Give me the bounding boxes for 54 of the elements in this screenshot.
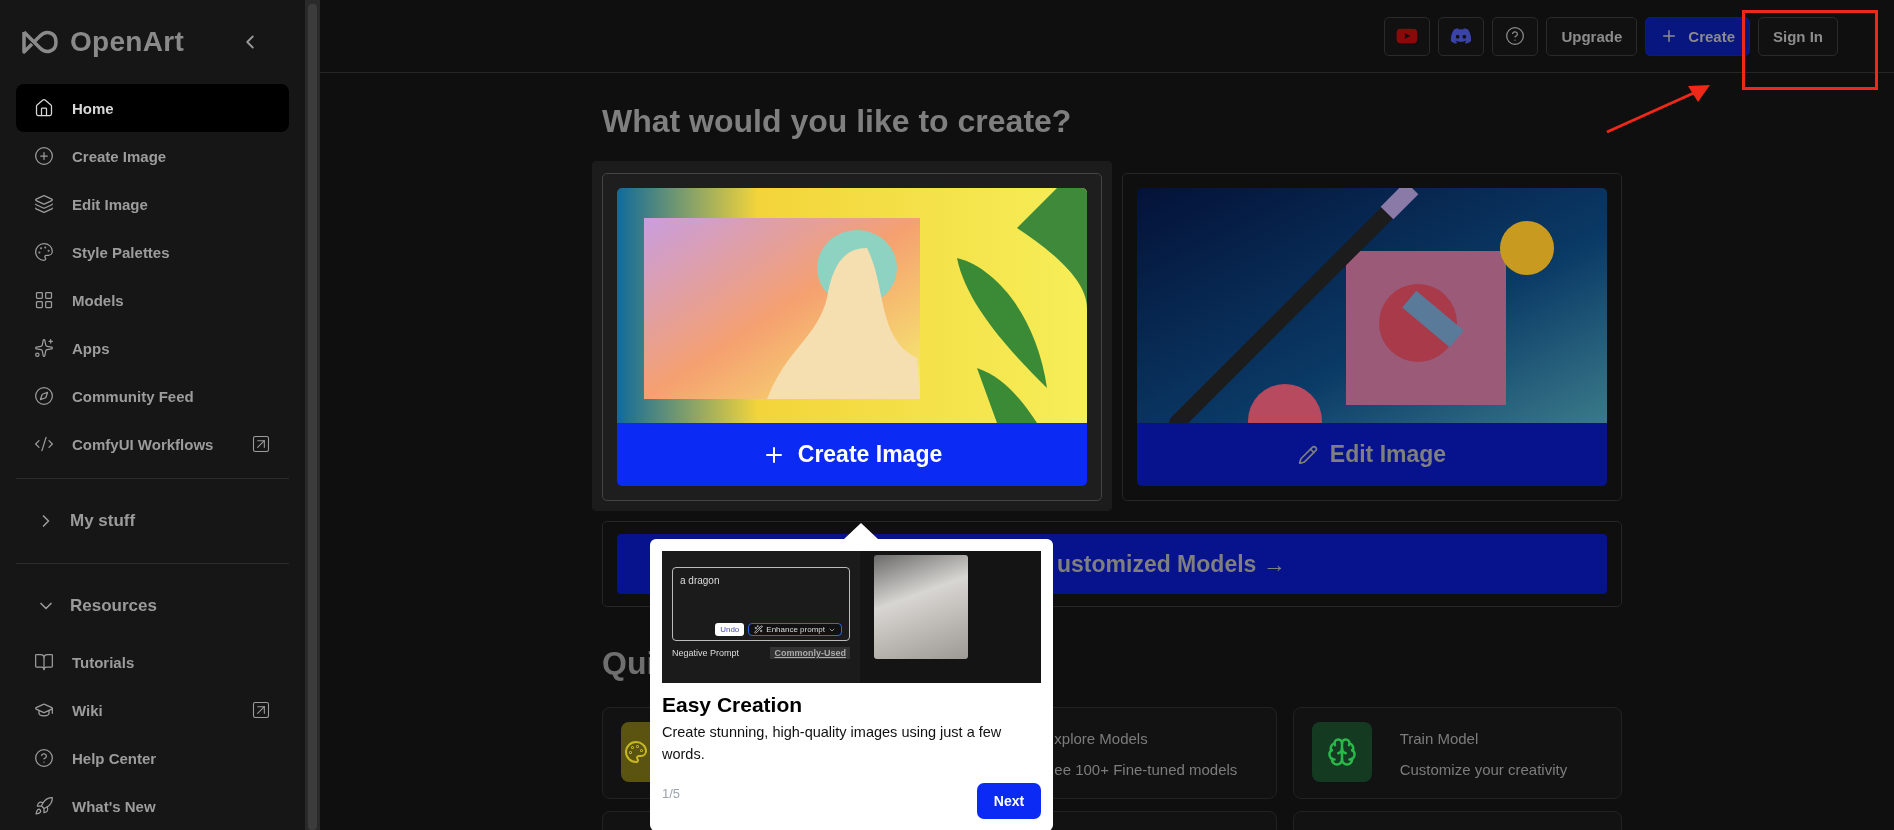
help-icon	[1505, 26, 1526, 46]
grid-icon	[34, 290, 54, 310]
card-subtitle: Customize your creativity	[1399, 761, 1568, 778]
code-icon	[34, 434, 54, 454]
sparkles-icon	[34, 338, 54, 358]
sidebar-item[interactable]: Apps	[16, 324, 289, 372]
logo-icon	[20, 28, 60, 56]
sidebar-item[interactable]: Edit Image	[16, 180, 289, 228]
icon-button[interactable]	[1438, 16, 1485, 56]
feature-button[interactable]: Edit Image	[1137, 423, 1607, 486]
toolbar-button[interactable]: Create	[1645, 16, 1750, 56]
sidebar-item[interactable]: What's New	[16, 782, 289, 830]
pencil-icon	[1297, 444, 1318, 465]
plus-circle-icon	[34, 146, 54, 166]
undo-button[interactable]: Undo	[715, 623, 745, 636]
book-icon	[34, 652, 54, 672]
popup-title: Easy Creation	[662, 693, 804, 717]
toolbar-button[interactable]: Upgrade	[1546, 16, 1638, 56]
sidebar-item[interactable]: Models	[16, 276, 289, 324]
logo-text: OpenArt	[70, 26, 185, 58]
compass-icon	[34, 386, 54, 406]
field-label: Negative Prompt	[672, 648, 740, 658]
card-title: Train Model	[1399, 730, 1480, 747]
sidebar-item[interactable]: Community Feed	[16, 372, 289, 420]
sidebar-item[interactable]: Home	[16, 84, 289, 132]
palette-icon	[624, 740, 648, 764]
home-icon	[34, 98, 54, 118]
section-header[interactable]: Resources	[16, 574, 289, 638]
feature-button[interactable]: Create Image	[617, 423, 1087, 486]
help-icon	[34, 748, 54, 768]
enhance-button[interactable]: Enhance prompt	[748, 623, 842, 636]
next-button[interactable]: Next	[977, 783, 1041, 819]
palette-icon	[34, 242, 54, 262]
wand-icon	[754, 625, 764, 634]
layers-icon	[34, 194, 54, 214]
prompt-field: a dragon Undo Enhance prompt	[672, 567, 850, 641]
sidebar-item[interactable]: ComfyUI Workflows	[16, 420, 289, 468]
sidebar-item[interactable]: Help Center	[16, 734, 289, 782]
section-header[interactable]: My stuff	[16, 489, 289, 553]
rocket-icon	[34, 796, 54, 816]
quick-card[interactable]: Train Model Customize your creativity	[1292, 707, 1622, 799]
sidebar-item[interactable]: Create Image	[16, 132, 289, 180]
card-title: xplore Models	[1054, 730, 1149, 747]
sidebar-item[interactable]: Wiki	[16, 686, 289, 734]
sidebar-item[interactable]: Style Palettes	[16, 228, 289, 276]
scrollbar[interactable]	[305, 0, 320, 830]
page-heading: What would you like to create?	[602, 103, 1073, 141]
brain-icon	[1326, 737, 1357, 767]
card-subtitle: ee 100+ Fine-tuned models	[1054, 761, 1238, 778]
step-counter: 1/5	[662, 786, 681, 801]
sidebar-item[interactable]: Tutorials	[16, 638, 289, 686]
toolbar-button[interactable]: Sign In	[1758, 16, 1838, 56]
icon-button[interactable]	[1492, 16, 1539, 56]
icon-button[interactable]	[1384, 16, 1431, 56]
